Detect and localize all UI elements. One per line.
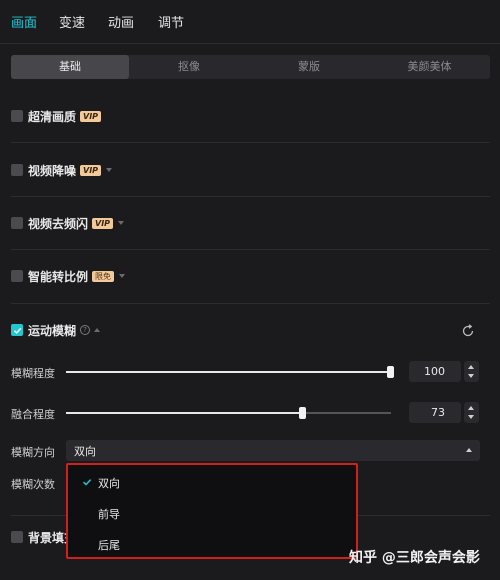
section-motion-blur: 运动模糊 ? bbox=[11, 320, 101, 340]
blur-level-slider[interactable] bbox=[66, 366, 394, 378]
slider-fill bbox=[66, 412, 303, 414]
tab-picture[interactable]: 画面 bbox=[11, 12, 37, 31]
divider bbox=[11, 142, 490, 143]
blur-direction-select[interactable]: 双向 bbox=[66, 440, 480, 461]
option-label: 前导 bbox=[98, 508, 120, 521]
tab-animation[interactable]: 动画 bbox=[108, 12, 134, 31]
motion-blur-label: 运动模糊 bbox=[28, 323, 77, 338]
decrement-icon[interactable] bbox=[468, 374, 474, 378]
chevron-up-icon[interactable] bbox=[94, 328, 101, 332]
smart-ratio-label: 智能转比例 bbox=[28, 269, 89, 284]
hd-quality-checkbox[interactable] bbox=[11, 110, 23, 122]
smart-ratio-checkbox[interactable] bbox=[11, 270, 23, 282]
divider bbox=[11, 249, 490, 250]
tab-speed[interactable]: 变速 bbox=[59, 12, 85, 31]
vip-badge: VIP bbox=[80, 164, 102, 176]
help-icon[interactable]: ? bbox=[80, 325, 91, 335]
increment-icon[interactable] bbox=[468, 406, 474, 410]
slider-handle[interactable] bbox=[299, 407, 306, 419]
tab-adjust[interactable]: 调节 bbox=[158, 12, 184, 31]
check-icon bbox=[13, 327, 21, 334]
divider bbox=[11, 196, 490, 197]
reset-icon[interactable] bbox=[460, 323, 476, 339]
blend-level-slider[interactable] bbox=[66, 407, 391, 419]
blur-level-input[interactable]: 100 bbox=[409, 361, 461, 382]
divider bbox=[11, 303, 490, 304]
watermark: 知乎 @三郎会声会影 bbox=[349, 550, 480, 566]
vip-badge: VIP bbox=[92, 217, 114, 229]
decrement-icon[interactable] bbox=[468, 415, 474, 419]
slider-handle[interactable] bbox=[387, 366, 394, 378]
blend-level-stepper[interactable] bbox=[464, 402, 479, 423]
chevron-down-icon[interactable] bbox=[119, 274, 126, 278]
blend-level-label: 融合程度 bbox=[11, 408, 55, 421]
section-smart-ratio: 智能转比例 限免 bbox=[11, 266, 126, 286]
limited-free-badge: 限免 bbox=[92, 270, 115, 282]
subtab-beauty[interactable]: 美颜美体 bbox=[369, 55, 490, 79]
dropdown-option[interactable]: 双向 bbox=[68, 468, 356, 496]
bg-fill-checkbox[interactable] bbox=[11, 531, 23, 543]
slider-fill bbox=[66, 371, 391, 373]
section-hd-quality: 超清画质 VIP bbox=[11, 106, 102, 126]
hd-quality-label: 超清画质 bbox=[28, 109, 77, 124]
subtab-mask[interactable]: 蒙版 bbox=[249, 55, 369, 79]
option-label: 后尾 bbox=[98, 539, 120, 552]
dropdown-option[interactable]: 前导 bbox=[68, 499, 356, 527]
vip-badge: VIP bbox=[80, 110, 102, 122]
section-deflicker: 视频去频闪 VIP bbox=[11, 213, 125, 233]
deflicker-label: 视频去频闪 bbox=[28, 216, 89, 231]
option-label: 双向 bbox=[98, 477, 120, 490]
subtab-basic[interactable]: 基础 bbox=[11, 55, 129, 79]
chevron-down-icon[interactable] bbox=[106, 168, 113, 172]
dropdown-option[interactable]: 后尾 bbox=[68, 530, 356, 558]
section-denoise: 视频降噪 VIP bbox=[11, 160, 113, 180]
blur-level-label: 模糊程度 bbox=[11, 367, 55, 380]
subtab-cutout[interactable]: 抠像 bbox=[129, 55, 249, 79]
denoise-checkbox[interactable] bbox=[11, 164, 23, 176]
blur-level-stepper[interactable] bbox=[464, 361, 479, 382]
blur-direction-value: 双向 bbox=[74, 445, 96, 458]
motion-blur-checkbox[interactable] bbox=[11, 324, 23, 336]
check-icon bbox=[82, 479, 92, 486]
increment-icon[interactable] bbox=[468, 365, 474, 369]
denoise-label: 视频降噪 bbox=[28, 163, 77, 178]
chevron-up-icon[interactable] bbox=[466, 448, 472, 452]
blur-direction-label: 模糊方向 bbox=[11, 446, 55, 459]
top-tab-bar: 画面 变速 动画 调节 bbox=[0, 0, 500, 44]
deflicker-checkbox[interactable] bbox=[11, 217, 23, 229]
chevron-down-icon[interactable] bbox=[118, 221, 125, 225]
blur-count-label: 模糊次数 bbox=[11, 478, 55, 491]
blend-level-input[interactable]: 73 bbox=[409, 402, 461, 423]
subtab-bar: 基础 抠像 蒙版 美颜美体 bbox=[11, 55, 490, 79]
blur-direction-dropdown: 双向 前导 后尾 bbox=[66, 463, 358, 559]
